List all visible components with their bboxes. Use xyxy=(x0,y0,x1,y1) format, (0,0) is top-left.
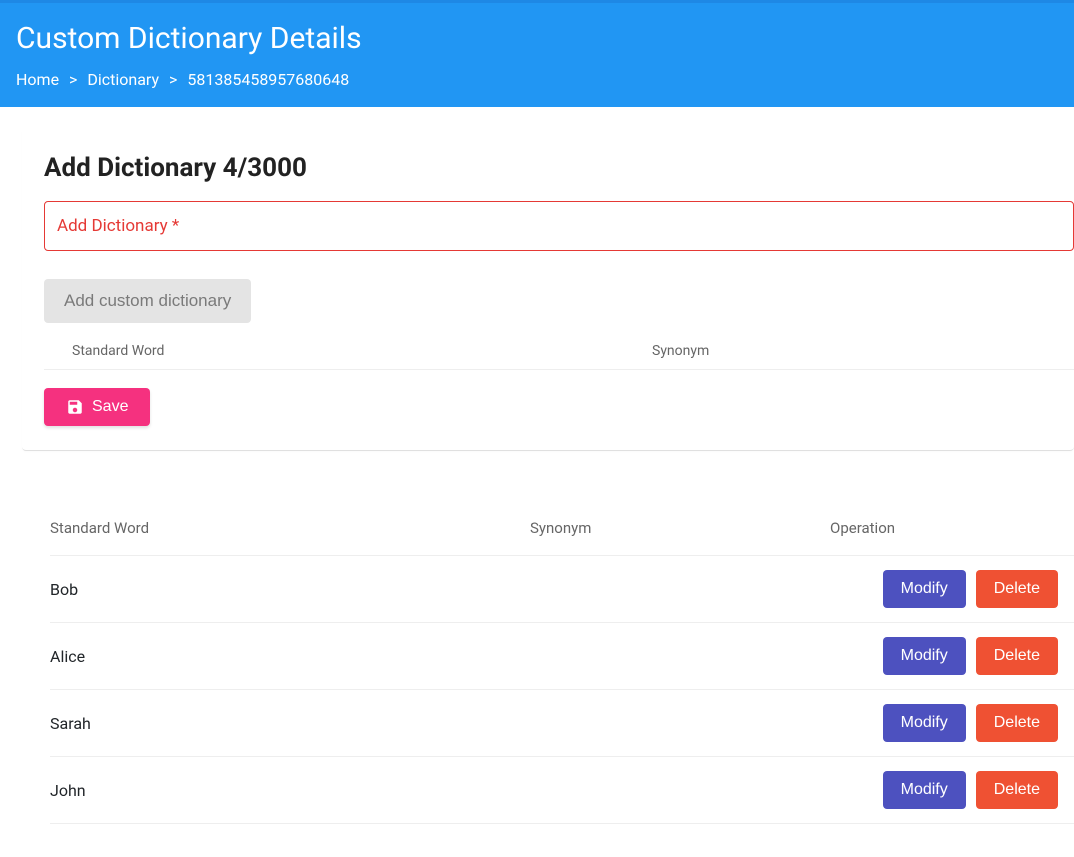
th-operation: Operation xyxy=(830,519,1074,537)
delete-button[interactable]: Delete xyxy=(976,771,1058,809)
cell-standard-word: John xyxy=(50,781,530,800)
breadcrumb-dictionary[interactable]: Dictionary xyxy=(87,70,159,89)
modify-button[interactable]: Modify xyxy=(883,637,966,675)
breadcrumb: Home > Dictionary > 581385458957680648 xyxy=(16,70,1058,89)
table-row: Alice Modify Delete xyxy=(50,623,1074,690)
th-standard-word: Standard Word xyxy=(50,519,530,537)
delete-button[interactable]: Delete xyxy=(976,637,1058,675)
save-button-label: Save xyxy=(92,398,128,416)
add-dictionary-card: Add Dictionary 4/3000 Add Dictionary * A… xyxy=(22,129,1074,451)
col-standard-word: Standard Word xyxy=(72,343,652,359)
save-icon xyxy=(66,398,84,416)
breadcrumb-home[interactable]: Home xyxy=(16,70,59,89)
modify-button[interactable]: Modify xyxy=(883,570,966,608)
table-row: John Modify Delete xyxy=(50,757,1074,824)
add-dictionary-input[interactable]: Add Dictionary * xyxy=(44,201,1074,251)
modify-button[interactable]: Modify xyxy=(883,771,966,809)
delete-button[interactable]: Delete xyxy=(976,704,1058,742)
cell-standard-word: Alice xyxy=(50,647,530,666)
dictionary-list-card: Standard Word Synonym Operation Bob Modif… xyxy=(22,473,1074,824)
table-body: Bob Modify Delete Alice Modify Delete Sarah Mod… xyxy=(50,556,1074,824)
table-row: Sarah Modify Delete xyxy=(50,690,1074,757)
modify-button[interactable]: Modify xyxy=(883,704,966,742)
th-synonym: Synonym xyxy=(530,519,830,537)
breadcrumb-sep: > xyxy=(169,70,177,89)
save-button[interactable]: Save xyxy=(44,388,150,426)
cell-standard-word: Bob xyxy=(50,580,530,599)
add-dictionary-heading: Add Dictionary 4/3000 xyxy=(44,153,1074,183)
breadcrumb-sep: > xyxy=(69,70,77,89)
breadcrumb-id: 581385458957680648 xyxy=(187,70,349,89)
cell-operation: Modify Delete xyxy=(830,704,1066,742)
page-header: Custom Dictionary Details Home > Diction… xyxy=(0,0,1074,107)
cell-operation: Modify Delete xyxy=(830,570,1066,608)
add-custom-dictionary-button[interactable]: Add custom dictionary xyxy=(44,279,251,323)
table-header: Standard Word Synonym Operation xyxy=(50,501,1074,556)
add-dictionary-input-placeholder: Add Dictionary * xyxy=(57,216,179,236)
page-title: Custom Dictionary Details xyxy=(16,21,1058,56)
add-section-columns: Standard Word Synonym xyxy=(44,323,1074,370)
cell-operation: Modify Delete xyxy=(830,771,1066,809)
table-row: Bob Modify Delete xyxy=(50,556,1074,623)
col-synonym: Synonym xyxy=(652,343,1074,359)
cell-standard-word: Sarah xyxy=(50,714,530,733)
cell-operation: Modify Delete xyxy=(830,637,1066,675)
delete-button[interactable]: Delete xyxy=(976,570,1058,608)
